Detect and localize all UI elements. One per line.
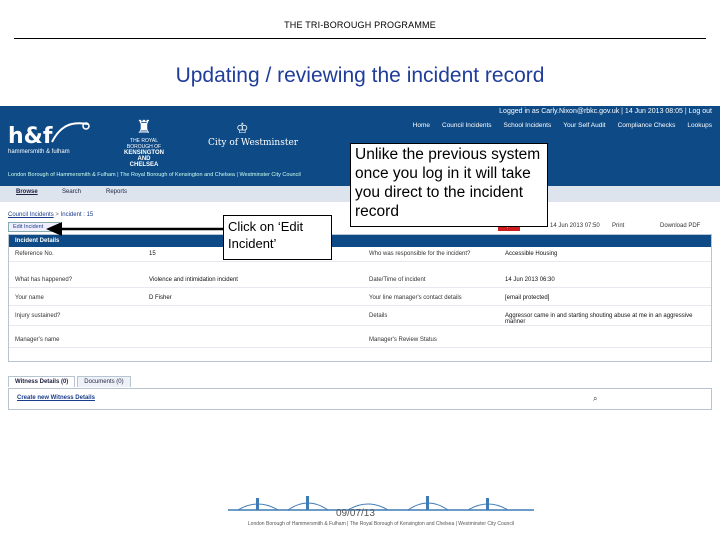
row-divider [9, 287, 711, 288]
top-nav-compliance[interactable]: Compliance Checks [618, 122, 676, 129]
rbkc-name: KENSINGTON AND CHELSEA [124, 150, 164, 168]
field-label: Injury sustained? [15, 313, 61, 319]
westminster-crest-icon: ♔ [236, 120, 249, 136]
field-value: 14 Jun 2013 06:30 [505, 277, 555, 283]
row-divider [9, 305, 711, 306]
slide-title: Updating / reviewing the incident record [175, 64, 545, 87]
top-nav-lookups[interactable]: Lookups [687, 122, 712, 129]
field-value: Violence and intimidation incident [149, 277, 238, 283]
field-label: Your name [15, 295, 44, 301]
field-label: Who was responsible for the incident? [369, 251, 471, 257]
row-divider [9, 325, 711, 326]
incident-details-panel: Incident Details Reference No. 15 What h… [8, 234, 712, 362]
top-nav-council-incidents[interactable]: Council Incidents [442, 122, 492, 129]
nav-browse[interactable]: Browse [16, 189, 38, 195]
witness-panel: Create new Witness Details ⌕ [8, 388, 712, 410]
footer-boroughs: London Borough of Hammersmith & Fulham |… [247, 521, 515, 527]
user-bar: Logged in as Carly.Nixon@rbkc.gov.uk | 1… [499, 108, 712, 115]
tab-documents[interactable]: Documents (0) [77, 376, 131, 387]
breadcrumb-separator: > [55, 212, 59, 218]
create-witness-link[interactable]: Create new Witness Details [17, 395, 95, 401]
magnifier-icon[interactable]: ⌕ [593, 394, 597, 404]
top-nav-home[interactable]: Home [413, 122, 430, 129]
field-value: D Fisher [149, 295, 172, 301]
field-value: Aggressor came in and starting shouting … [505, 313, 693, 325]
field-label: Details [369, 313, 388, 319]
field-value: 15 [149, 251, 156, 257]
nav-reports[interactable]: Reports [106, 189, 127, 195]
direct-access-callout: Unlike the previous system once you log … [350, 143, 548, 227]
field-value: Accessible Housing [505, 251, 558, 257]
field-label: Manager's name [15, 337, 60, 343]
nav-search[interactable]: Search [62, 189, 81, 195]
record-timestamp: 14 Jun 2013 07:50 [550, 223, 600, 229]
row-divider [9, 261, 711, 262]
row-divider [9, 347, 711, 348]
field-label: Reference No. [15, 251, 54, 257]
print-link[interactable]: Print [612, 223, 624, 229]
top-nav: Home Council Incidents School Incidents … [413, 122, 712, 129]
tab-witness-details[interactable]: Witness Details (0) [8, 376, 76, 387]
slide-header: THE TRI-BOROUGH PROGRAMME [284, 20, 436, 30]
top-nav-school-incidents[interactable]: School Incidents [504, 122, 552, 129]
edit-incident-callout: Click on ‘Edit Incident’ [223, 215, 332, 260]
breadcrumb-current: Incident : 15 [60, 212, 94, 218]
breadcrumb: Council Incidents > Incident : 15 [8, 212, 93, 218]
callout-arrow [46, 222, 224, 236]
field-label: Manager's Review Status [369, 337, 437, 343]
hf-logo-text: hammersmith & fulham [8, 149, 70, 155]
rbkc-small: THE ROYAL BOROUGH OF [126, 138, 162, 150]
rbkc-crest: ♜ THE ROYAL BOROUGH OF KENSINGTON AND CH… [124, 116, 164, 168]
field-value: [email protected] [505, 295, 550, 301]
footer-date: 09/07/13 [336, 508, 375, 519]
field-label: Your line manager's contact details [369, 295, 462, 301]
westminster-name: City of Westminster [208, 138, 299, 148]
header-divider [14, 38, 706, 39]
breadcrumb-council-incidents[interactable]: Council Incidents [8, 212, 54, 218]
banner-footer: London Borough of Hammersmith & Fulham |… [8, 172, 301, 178]
field-label: Date/Time of incident [369, 277, 426, 283]
hf-swoosh-icon [51, 122, 90, 143]
field-label: What has happened? [15, 277, 73, 283]
crest-icon: ♜ [135, 117, 153, 137]
download-pdf-link[interactable]: Download PDF [660, 223, 700, 229]
bridges-graphic [228, 496, 534, 511]
tab-bar: Witness Details (0) Documents (0) [8, 376, 131, 387]
top-nav-self-audit[interactable]: Your Self Audit [563, 122, 605, 129]
